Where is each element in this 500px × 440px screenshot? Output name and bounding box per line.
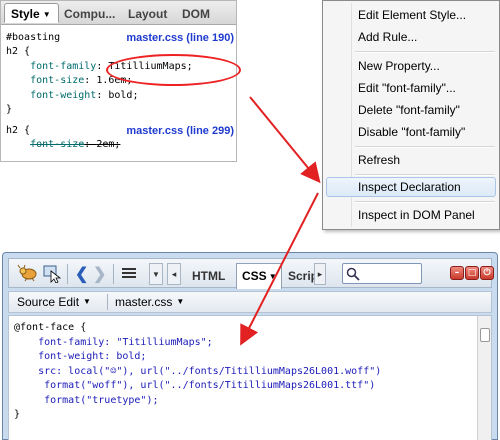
property-name: font-weight [30,89,97,101]
source-edit-dropdown[interactable]: Source Edit ▼ [17,295,91,309]
toolbar-separator [107,294,108,310]
chevron-down-icon: ▼ [42,10,51,19]
tab-layout[interactable]: Layout [128,7,167,21]
toolbar-separator [67,264,68,284]
chevron-down-icon: ▼ [83,297,91,306]
menu-item-edit-property[interactable]: Edit "font-family"... [326,78,496,98]
tab-css[interactable]: CSS ▼ [236,263,282,289]
firebug-toolbar: ❮ ❯ ▼ ◂ HTML CSS ▼ Scrip ▸ – □ ⏻ [8,258,494,289]
rule-selector: h2 { [6,46,31,58]
scrollbar-thumb[interactable] [480,328,490,342]
toolbar-separator [113,264,114,284]
context-menu: Edit Element Style... Add Rule... New Pr… [322,0,500,230]
stylesheet-label: master.css [115,295,173,309]
tab-html[interactable]: HTML [192,269,225,283]
search-input[interactable] [342,263,422,284]
close-icon[interactable]: ⏻ [480,266,494,280]
menu-item-refresh[interactable]: Refresh [326,150,496,170]
source-link[interactable]: master.css (line 299) [126,124,234,138]
menu-separator [355,51,495,53]
menu-separator [355,201,495,203]
vertical-scrollbar[interactable] [477,316,491,440]
detach-icon[interactable]: □ [465,266,479,280]
chevron-down-icon: ▼ [268,272,277,281]
search-icon [346,267,360,281]
stylesheet-dropdown[interactable]: master.css ▼ [115,295,184,309]
code-line: src: local("☺"), url("../fonts/Titillium… [14,365,382,377]
css-property[interactable]: font-weight: bold; [6,89,138,103]
menu-item-new-property[interactable]: New Property... [326,56,496,76]
rule-selector: #boasting [6,32,61,43]
arrow-to-menu [249,96,321,184]
menu-item-add-rule[interactable]: Add Rule... [326,27,496,47]
inspect-cursor-icon[interactable] [43,265,62,286]
list-menu-icon[interactable] [121,266,137,283]
code-line: @font-face { [14,322,87,333]
annotation-circle [106,54,241,86]
firebug-bug-icon[interactable] [17,264,39,285]
back-icon[interactable]: ❮ [75,264,88,284]
menu-item-edit-element-style[interactable]: Edit Element Style... [326,5,496,25]
property-name: font-size [30,139,85,151]
code-line: format("truetype"); [14,394,159,406]
tab-scroll-right-icon[interactable]: ▸ [314,263,326,285]
tab-dom[interactable]: DOM [182,7,210,21]
property-value[interactable]: 2em; [96,139,120,150]
tab-scroll-left-icon[interactable]: ◂ [167,263,181,285]
rule-selector: h2 { [6,125,31,136]
property-name: font-family [30,60,97,72]
forward-icon[interactable]: ❯ [93,264,106,284]
tab-style[interactable]: Style ▼ [4,3,59,23]
css-subtoolbar: Source Edit ▼ master.css ▼ [8,291,492,313]
menu-separator [355,146,495,148]
source-link[interactable]: master.css (line 190) [126,31,234,45]
code-line: format("woff"), url("../fonts/TitilliumM… [14,380,376,391]
rule-close-brace: } [6,104,13,115]
chevron-down-icon: ▼ [176,297,185,306]
property-value[interactable]: bold; [108,90,138,101]
style-side-panel: Style ▼ Compu... Layout DOM #boasting mas… [0,0,241,162]
menu-dropdown-button[interactable]: ▼ [149,263,163,285]
css-source-view[interactable]: @font-face { font-family: "TitilliumMaps… [8,315,492,440]
menu-item-inspect-in-dom-panel[interactable]: Inspect in DOM Panel [326,205,496,225]
menu-item-inspect-declaration[interactable]: Inspect Declaration [326,177,496,197]
style-tab-bar: Style ▼ Compu... Layout DOM [1,1,236,25]
menu-separator [355,174,495,176]
source-edit-label: Source Edit [17,295,80,309]
code-line: font-family: "TitilliumMaps"; [14,336,213,348]
menu-item-delete-property[interactable]: Delete "font-family" [326,100,496,120]
minimize-icon[interactable]: – [450,266,464,280]
property-name: font-size [30,75,85,87]
css-property-overridden[interactable]: font-size: 2em; [6,138,120,152]
tab-computed[interactable]: Compu... [64,7,115,21]
firebug-window: ❮ ❯ ▼ ◂ HTML CSS ▼ Scrip ▸ – □ ⏻ Source E… [2,252,498,440]
code-line: font-weight: bold; [14,351,147,362]
menu-item-disable-property[interactable]: Disable "font-family" [326,122,496,142]
code-line: } [14,409,21,420]
